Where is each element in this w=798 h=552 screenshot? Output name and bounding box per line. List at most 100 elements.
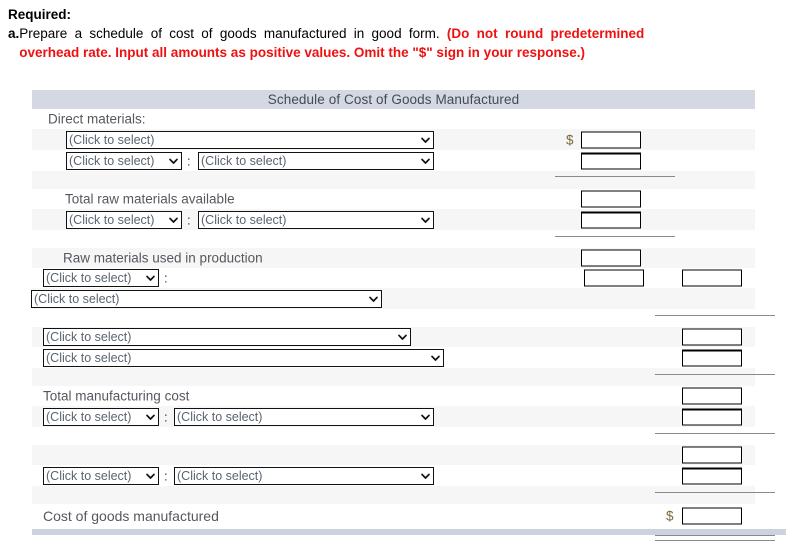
select-value: (Click to select) xyxy=(177,409,263,424)
select-value: (Click to select) xyxy=(69,212,155,227)
row-subtotal-wip xyxy=(32,445,755,465)
select-value: (Click to select) xyxy=(201,212,287,227)
select-manufacturing-overhead-applied[interactable]: (Click to select) xyxy=(43,328,411,346)
chevron-down-icon xyxy=(421,414,430,420)
label-direct-materials: Direct materials: xyxy=(48,111,146,127)
select-value: (Click to select) xyxy=(201,153,287,168)
amount-input-total-manufacturing-cost[interactable] xyxy=(682,387,742,405)
subtotal-rule xyxy=(655,315,775,316)
select-value: (Click to select) xyxy=(46,350,132,365)
row-manufacturing-overhead-applied: (Click to select) xyxy=(32,327,755,347)
amount-input-beginning-wip[interactable] xyxy=(682,408,742,425)
row-direct-materials: Direct materials: xyxy=(32,109,755,129)
chevron-down-icon xyxy=(421,137,430,143)
label-raw-materials-used-in-production: Raw materials used in production xyxy=(63,250,263,266)
chevron-down-icon xyxy=(421,158,430,164)
amount-input-cost-of-goods-manufactured[interactable] xyxy=(682,507,742,525)
row-purchases-of-raw-materials: (Click to select) : (Click to select) xyxy=(32,150,755,171)
row-subtotal-rule-2 xyxy=(32,230,755,248)
amount-input-ending-wip[interactable] xyxy=(682,467,742,484)
schedule-of-cost-of-goods-manufactured: Schedule of Cost of Goods Manufactured D… xyxy=(31,90,775,552)
requirement-text: Prepare a schedule of cost of goods manu… xyxy=(19,24,644,62)
select-purchases-of-raw-materials[interactable]: (Click to select) xyxy=(198,151,434,170)
colon-separator: : xyxy=(187,212,191,227)
row-subtotal-rule-1 xyxy=(32,171,755,189)
currency-symbol-cost-of-goods-manufactured: $ xyxy=(666,508,674,524)
amount-input-beginning-raw-materials[interactable] xyxy=(581,131,641,148)
requirement-sentence: Prepare a schedule of cost of goods manu… xyxy=(19,26,447,41)
amount-input-manufacturing-overhead-applied[interactable] xyxy=(682,328,742,346)
schedule-title: Schedule of Cost of Goods Manufactured xyxy=(32,90,755,109)
requirement-item: a. Prepare a schedule of cost of goods m… xyxy=(8,24,788,62)
label-total-manufacturing-cost: Total manufacturing cost xyxy=(43,388,190,404)
row-total-manufacturing-cost: Total manufacturing cost xyxy=(32,386,755,406)
label-cost-of-goods-manufactured: Cost of goods manufactured xyxy=(43,508,219,524)
amount-input-purchases-of-raw-materials[interactable] xyxy=(581,152,641,169)
row-ending-wip: (Click to select) : (Click to select) xyxy=(32,465,755,486)
select-additional-cost[interactable]: (Click to select) xyxy=(43,348,444,367)
row-direct-labor-description: (Click to select) xyxy=(31,288,755,309)
chevron-down-icon xyxy=(169,217,178,223)
chevron-down-icon xyxy=(146,414,155,420)
select-direct-labor-description[interactable]: (Click to select) xyxy=(31,289,382,308)
select-value: (Click to select) xyxy=(69,132,155,147)
subtotal-rule xyxy=(655,492,775,493)
amount-input-raw-materials-used-in-production[interactable] xyxy=(581,249,641,267)
select-value: (Click to select) xyxy=(34,291,120,306)
chevron-down-icon xyxy=(421,473,430,479)
colon-separator: : xyxy=(164,468,168,483)
chevron-down-icon xyxy=(146,473,155,479)
currency-symbol-direct-materials: $ xyxy=(566,132,574,147)
select-ending-wip-prefix[interactable]: (Click to select) xyxy=(43,466,159,485)
row-beginning-raw-materials: (Click to select) $ xyxy=(32,129,755,150)
chevron-down-icon xyxy=(398,334,407,340)
select-beginning-wip[interactable]: (Click to select) xyxy=(174,407,434,426)
row-cost-of-goods-manufactured: Cost of goods manufactured $ xyxy=(32,504,755,528)
label-total-raw-materials-available: Total raw materials available xyxy=(65,191,235,207)
select-value: (Click to select) xyxy=(46,330,132,344)
subtotal-rule xyxy=(655,374,775,375)
amount-input-additional-cost[interactable] xyxy=(682,349,742,366)
row-subtotal-rule-3 xyxy=(32,309,775,327)
subtotal-rule xyxy=(555,176,675,177)
chevron-down-icon xyxy=(369,296,378,302)
amount-input-direct-labor-right[interactable] xyxy=(682,269,742,287)
colon-separator: : xyxy=(164,409,168,424)
select-value: (Click to select) xyxy=(46,271,132,285)
colon-separator: : xyxy=(164,270,168,286)
select-value: (Click to select) xyxy=(177,468,263,483)
select-beginning-raw-materials[interactable]: (Click to select) xyxy=(66,130,434,149)
row-subtotal-rule-5 xyxy=(32,427,775,445)
footer-bar xyxy=(32,529,786,535)
select-ending-raw-materials-prefix[interactable]: (Click to select) xyxy=(66,210,182,229)
requirement-block: Required: a. Prepare a schedule of cost … xyxy=(0,0,798,62)
requirement-letter: a. xyxy=(8,26,20,41)
amount-input-direct-labor-left[interactable] xyxy=(584,269,644,287)
row-direct-labor-prefix: (Click to select) : xyxy=(32,268,755,288)
row-subtotal-rule-4 xyxy=(32,368,775,386)
subtotal-rule xyxy=(655,433,775,434)
select-value: (Click to select) xyxy=(46,468,132,483)
required-heading: Required: xyxy=(8,7,72,22)
select-purchases-prefix[interactable]: (Click to select) xyxy=(66,151,182,170)
chevron-down-icon xyxy=(431,355,440,361)
grand-total-double-rule xyxy=(655,535,775,541)
amount-input-ending-raw-materials[interactable] xyxy=(581,211,641,228)
colon-separator: : xyxy=(187,153,191,168)
select-beginning-wip-prefix[interactable]: (Click to select) xyxy=(43,407,159,426)
select-ending-raw-materials[interactable]: (Click to select) xyxy=(198,210,434,229)
chevron-down-icon xyxy=(169,158,178,164)
row-total-raw-materials-available: Total raw materials available xyxy=(32,189,755,209)
subtotal-rule xyxy=(555,236,675,237)
chevron-down-icon xyxy=(146,275,155,281)
amount-input-total-raw-materials-available[interactable] xyxy=(581,190,641,208)
row-subtotal-rule-6 xyxy=(32,486,775,504)
select-value: (Click to select) xyxy=(69,153,155,168)
select-value: (Click to select) xyxy=(46,409,132,424)
row-beginning-wip: (Click to select) : (Click to select) xyxy=(32,406,755,427)
amount-input-subtotal-wip[interactable] xyxy=(682,446,742,464)
chevron-down-icon xyxy=(421,217,430,223)
row-additional-cost: (Click to select) xyxy=(32,347,755,368)
select-direct-labor-prefix[interactable]: (Click to select) xyxy=(43,269,159,287)
select-ending-wip[interactable]: (Click to select) xyxy=(174,466,434,485)
